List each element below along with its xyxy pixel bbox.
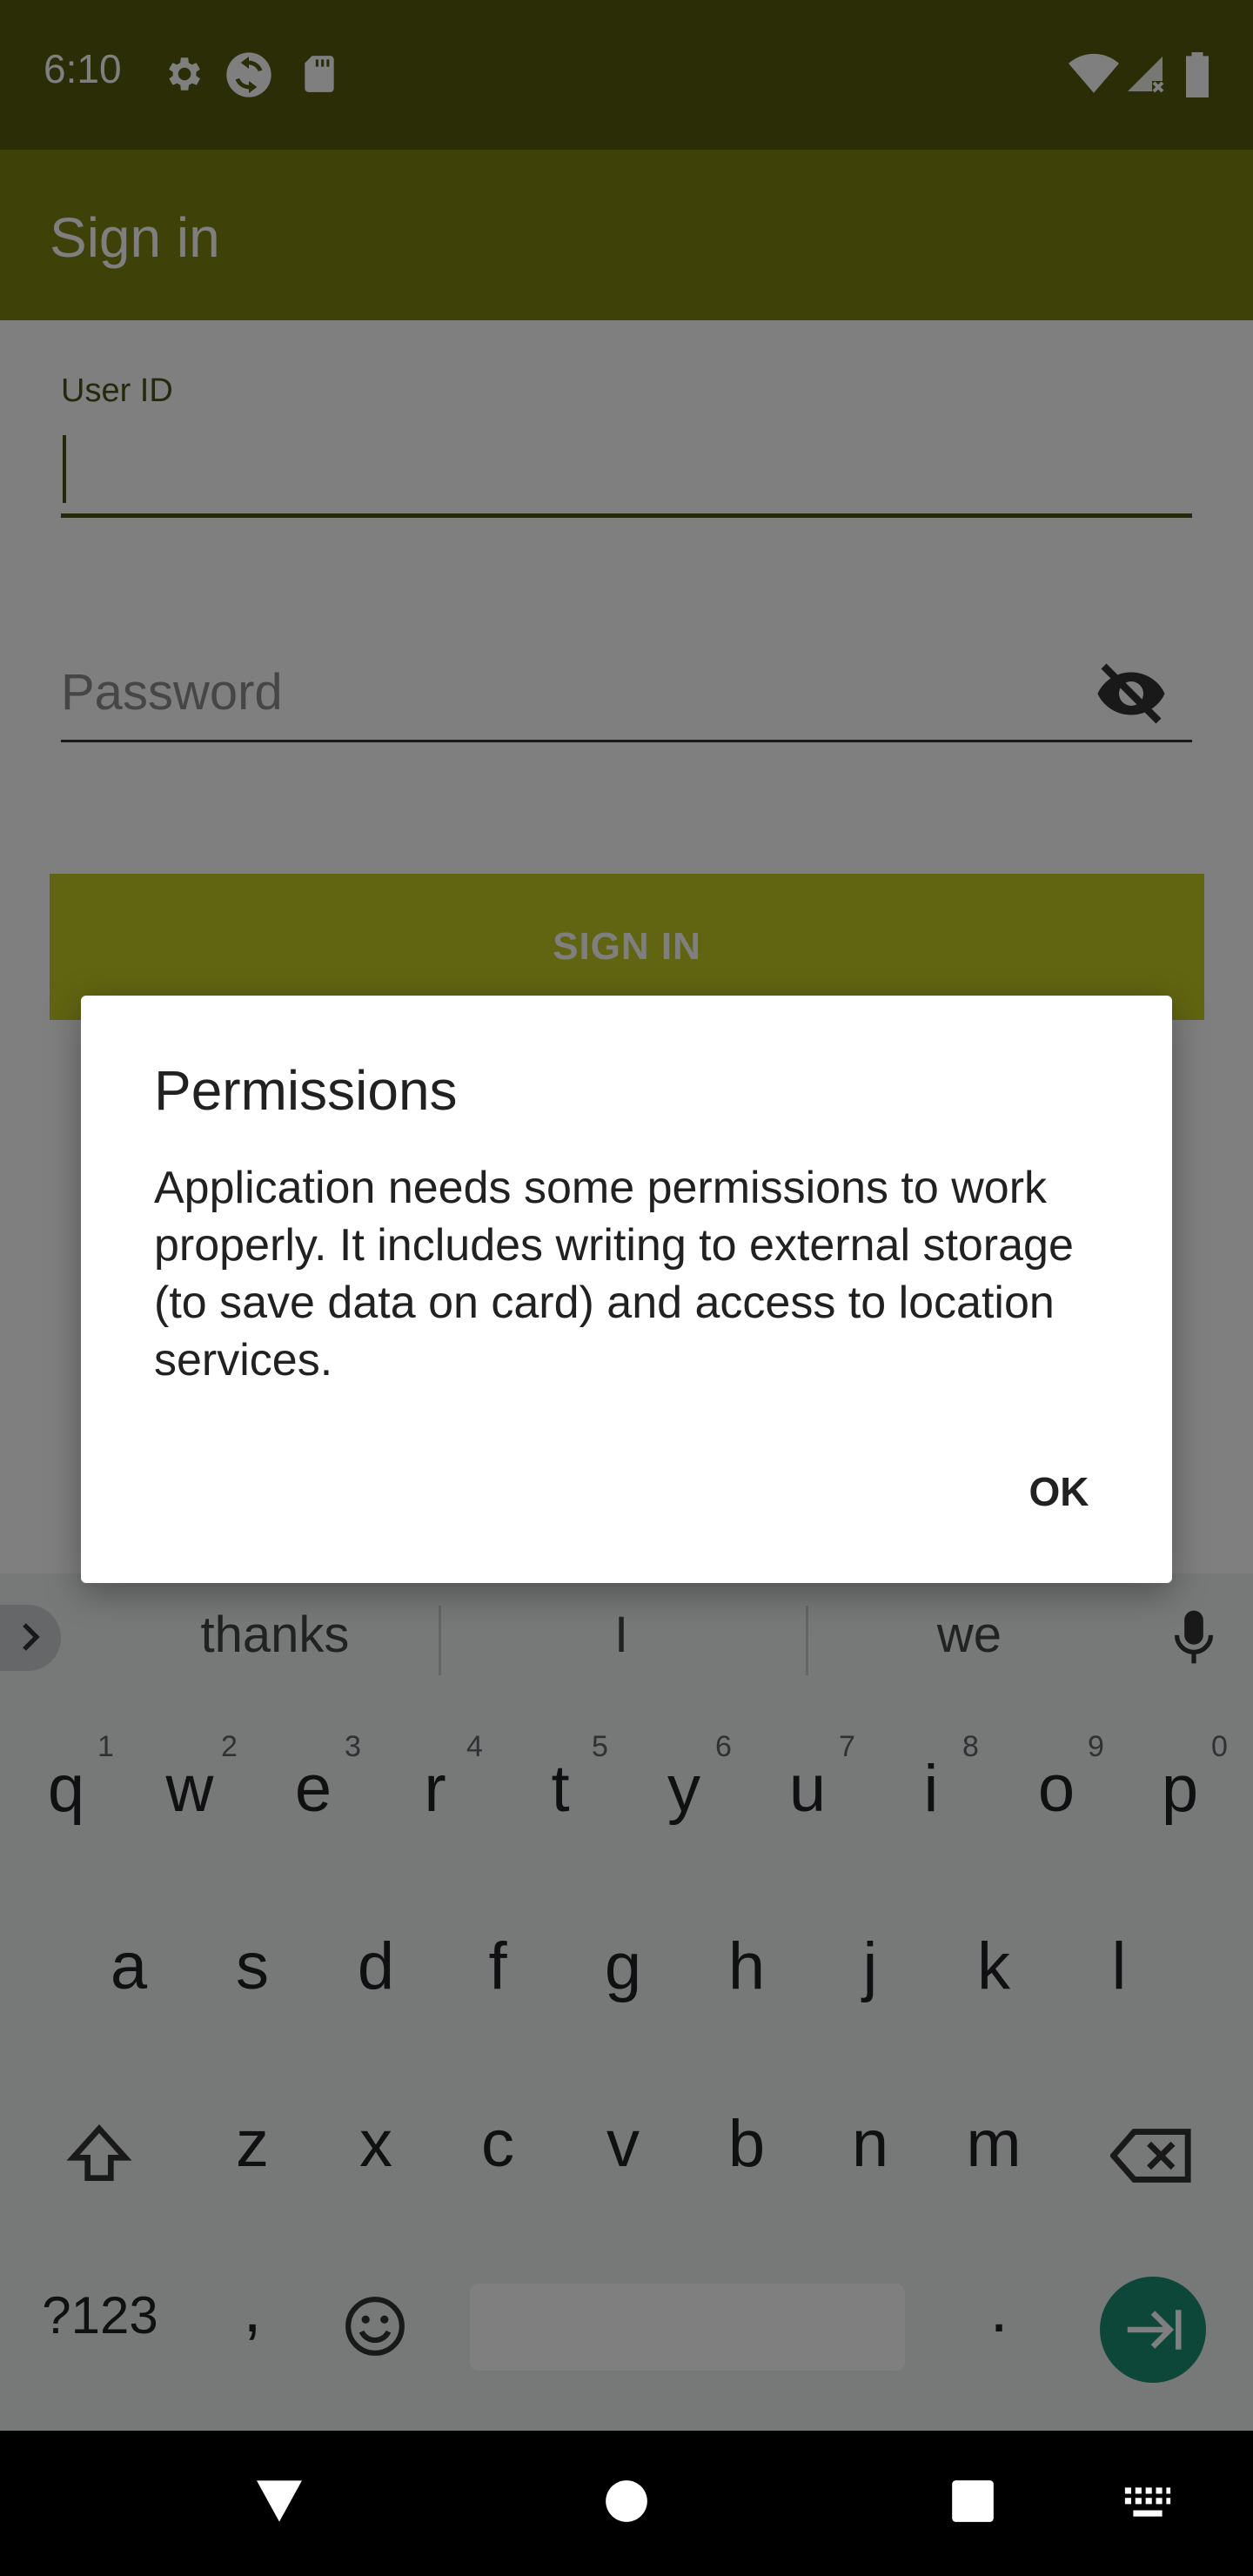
dialog-title: Permissions [154, 1059, 458, 1122]
ok-button[interactable]: OK [989, 1448, 1129, 1535]
permissions-dialog: Permissions Application needs some permi… [81, 996, 1172, 1583]
dialog-message: Application needs some permissions to wo… [154, 1163, 1074, 1385]
keyboard-switch-icon[interactable] [1122, 2485, 1173, 2519]
home-icon[interactable] [604, 2479, 649, 2524]
recents-icon[interactable] [950, 2479, 995, 2524]
back-icon[interactable] [254, 2479, 305, 2524]
